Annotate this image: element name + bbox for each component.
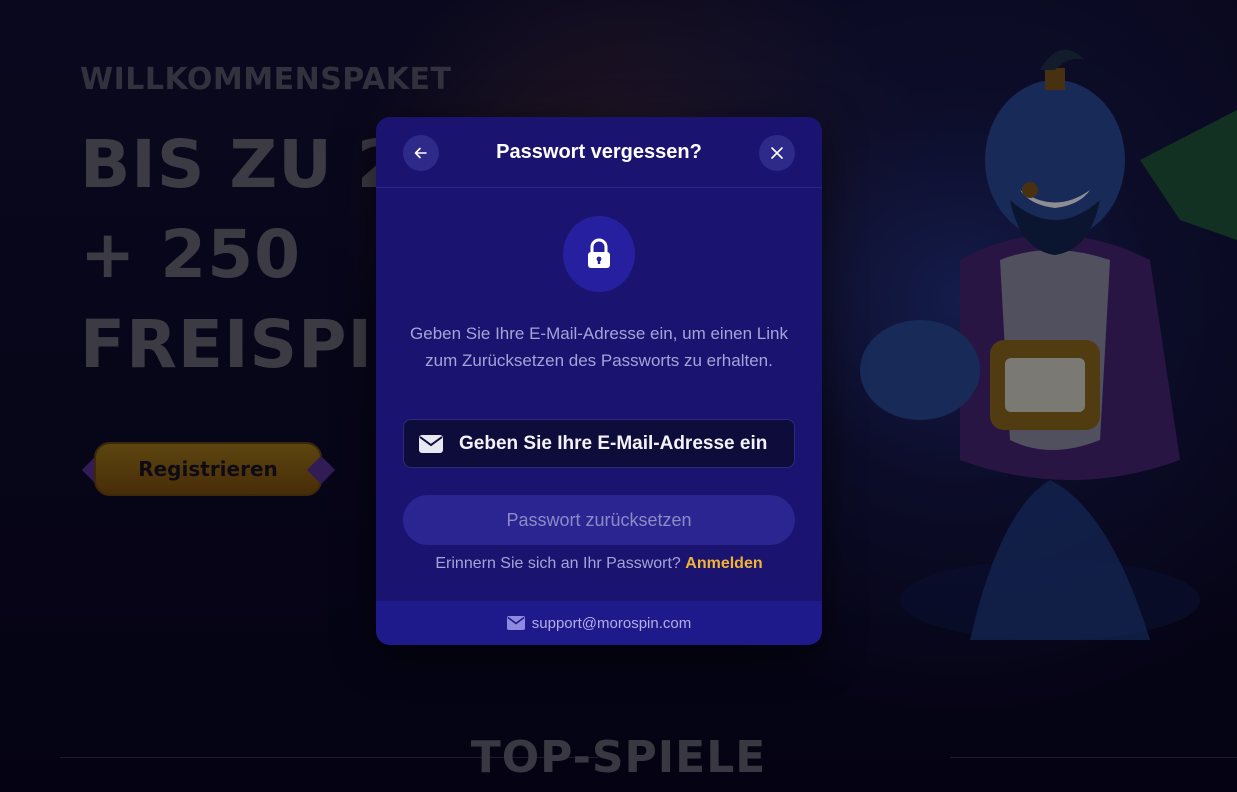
close-icon (771, 147, 783, 159)
remember-text: Erinnern Sie sich an Ihr Passwort? (435, 555, 681, 572)
back-button[interactable] (403, 135, 439, 171)
modal-header: Passwort vergessen? (376, 117, 822, 188)
modal-title: Passwort vergessen? (496, 140, 702, 163)
reset-password-button[interactable]: Passwort zurücksetzen (403, 495, 795, 545)
arrow-left-icon (414, 147, 427, 159)
support-footer: support@morospin.com (376, 601, 822, 645)
modal-description: Geben Sie Ihre E-Mail-Adresse ein, um ei… (410, 324, 788, 370)
envelope-icon (506, 616, 525, 630)
email-field[interactable] (403, 419, 795, 468)
lock-badge (563, 216, 635, 292)
support-email-link[interactable]: support@morospin.com (532, 615, 691, 632)
forgot-password-modal: Passwort vergessen? Geben Sie Ihre E-Mai… (376, 117, 822, 645)
lock-icon (588, 238, 610, 268)
email-input[interactable] (459, 432, 789, 455)
login-link[interactable]: Anmelden (685, 555, 762, 572)
close-button[interactable] (759, 135, 795, 171)
envelope-icon (419, 434, 443, 453)
remember-password-row: Erinnern Sie sich an Ihr Passwort? Anmel… (376, 555, 822, 573)
